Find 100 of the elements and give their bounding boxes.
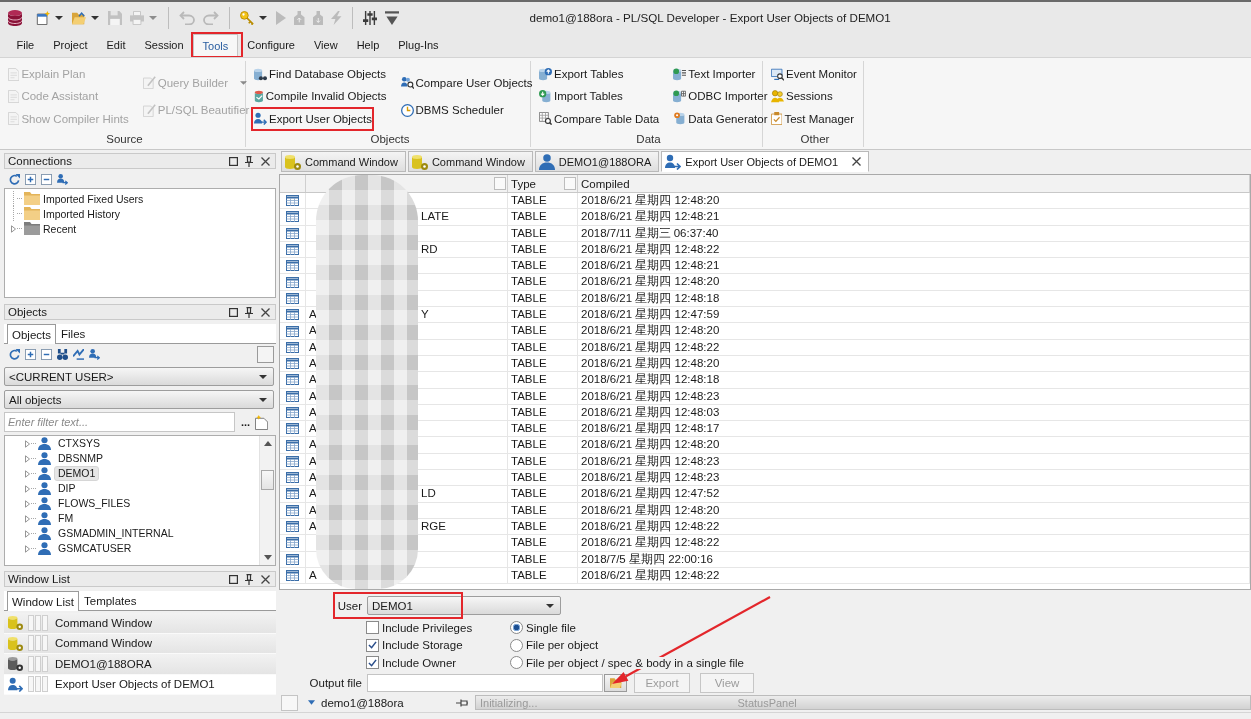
radio-button[interactable] [510, 621, 523, 635]
tree-item[interactable]: Imported Fixed Users [43, 192, 144, 205]
caret-icon[interactable] [259, 15, 267, 20]
ribbon-button[interactable]: Compare User Objects [400, 74, 533, 91]
open-folder-icon[interactable] [72, 10, 86, 25]
menu-item[interactable]: Configure [237, 33, 305, 57]
database-icon[interactable] [8, 9, 22, 26]
ribbon-button[interactable]: DBMS Scheduler [400, 102, 504, 119]
ribbon-button[interactable]: Compile Invalid Objects [254, 88, 387, 105]
refresh-icon[interactable] [9, 349, 20, 360]
overflow-icon[interactable] [384, 10, 399, 25]
window-list-item[interactable]: Command Window [4, 633, 276, 654]
window-list-item[interactable]: DEMO1@188ORA [4, 654, 276, 675]
binoculars-icon[interactable] [57, 349, 68, 360]
restore-icon[interactable] [229, 574, 238, 584]
tree-item[interactable]: DEMO1 [54, 466, 100, 481]
checkbox[interactable] [366, 656, 379, 670]
menu-item[interactable]: Plug-Ins [388, 33, 449, 57]
radio-button[interactable] [510, 638, 523, 652]
user-arrow-icon[interactable] [89, 349, 100, 360]
menu-item[interactable]: Session [134, 33, 194, 57]
tree-item[interactable]: Recent [43, 222, 77, 235]
caret-icon[interactable] [91, 15, 99, 20]
caret-icon[interactable] [55, 15, 63, 20]
ribbon-button[interactable]: Compare Table Data [539, 110, 660, 127]
menu-item[interactable]: Help [347, 33, 389, 57]
owner-dropdown[interactable]: <CURRENT USER> [4, 367, 274, 386]
tab[interactable]: Files [56, 324, 91, 343]
tree-item[interactable]: DBSNMP [54, 451, 107, 466]
restore-icon[interactable] [229, 156, 238, 166]
tree-item[interactable]: GSMCATUSER [54, 541, 136, 556]
tab[interactable]: Window List [7, 591, 79, 611]
tree-item[interactable]: CTXSYS [54, 436, 104, 451]
tree-item[interactable]: FM [54, 511, 78, 526]
editor-tab[interactable]: Export User Objects of DEMO1 [661, 151, 870, 172]
pin-icon[interactable] [245, 306, 253, 318]
key-icon[interactable] [240, 10, 254, 25]
menu-item[interactable]: Edit [97, 33, 135, 57]
tree-item[interactable]: DIP [54, 481, 80, 496]
object-type-dropdown[interactable]: All objects [4, 390, 274, 409]
tree-item[interactable]: Imported History [43, 207, 121, 220]
ribbon-button[interactable]: Export Tables [539, 66, 624, 83]
tree-item[interactable]: GSMADMIN_INTERNAL [54, 526, 178, 541]
scroll-down-icon[interactable] [263, 555, 272, 560]
editor-tab[interactable]: DEMO1@188ORA [534, 151, 660, 172]
pin-icon[interactable] [456, 698, 468, 707]
ribbon-button[interactable]: Find Database Objects [254, 66, 386, 83]
more-button[interactable]: ... [241, 416, 251, 428]
menu-item[interactable]: File [7, 33, 44, 57]
window-list-item[interactable]: Export User Objects of DEMO1 [4, 674, 276, 695]
ribbon-button[interactable]: Export User Objects [254, 110, 372, 127]
menu-item[interactable]: Tools [193, 34, 238, 56]
checkbox[interactable] [366, 621, 379, 635]
sliders-icon[interactable] [362, 10, 377, 25]
new-document-icon[interactable] [255, 414, 269, 430]
menu-item[interactable]: Project [43, 33, 97, 57]
expand-all-icon[interactable] [25, 174, 36, 185]
editor-tab[interactable]: Command Window [281, 151, 406, 172]
tab[interactable]: Templates [79, 591, 142, 610]
ribbon-button[interactable]: Test Manager [771, 110, 855, 127]
user-dropdown[interactable]: DEMO1 [367, 596, 561, 615]
radio-button[interactable] [510, 656, 523, 670]
close-icon[interactable] [261, 574, 270, 584]
ribbon-button[interactable]: ODBC Importer [673, 88, 768, 105]
ribbon-button[interactable]: Import Tables [539, 88, 623, 105]
close-icon[interactable] [852, 157, 862, 166]
output-file-field[interactable] [367, 674, 603, 692]
column-header[interactable]: Compiled [581, 177, 630, 190]
ribbon-button[interactable]: Event Monitor [771, 66, 857, 83]
restore-icon[interactable] [229, 307, 238, 317]
zigzag-icon[interactable] [73, 349, 84, 360]
scroll-up-icon[interactable] [263, 441, 272, 446]
refresh-icon[interactable] [9, 174, 20, 185]
window-list-item[interactable]: Command Window [4, 613, 276, 634]
pin-icon[interactable] [245, 155, 253, 167]
ribbon-button[interactable]: Data Generator [673, 110, 768, 127]
close-icon[interactable] [261, 156, 270, 166]
column-header[interactable]: Type [511, 177, 536, 190]
expand-all-icon[interactable] [25, 349, 36, 360]
user-arrow-icon[interactable] [57, 174, 68, 185]
filter-field[interactable]: Enter filter text... [4, 412, 235, 432]
menu-item[interactable]: View [304, 33, 348, 57]
ribbon-button[interactable]: Text Importer [673, 66, 756, 83]
collapse-all-icon[interactable] [41, 174, 52, 185]
name-text: A [309, 340, 317, 353]
caret-icon[interactable] [308, 700, 315, 705]
close-icon[interactable] [261, 307, 270, 317]
scrollbar[interactable] [259, 436, 275, 565]
expand-arrow-icon[interactable] [11, 224, 16, 233]
tree-item[interactable]: FLOWS_FILES [54, 496, 135, 511]
ribbon-button[interactable]: Sessions [771, 88, 833, 105]
collapse-all-icon[interactable] [41, 349, 52, 360]
editor-tab[interactable]: Command Window [407, 151, 533, 172]
pin-icon[interactable] [245, 573, 253, 585]
status-text: Initializing... [480, 696, 538, 709]
blank-button[interactable] [257, 346, 274, 363]
tab[interactable]: Objects [7, 324, 56, 344]
new-document-icon[interactable] [36, 10, 50, 25]
checkbox[interactable] [366, 638, 379, 652]
scrollbar-thumb[interactable] [261, 470, 274, 490]
